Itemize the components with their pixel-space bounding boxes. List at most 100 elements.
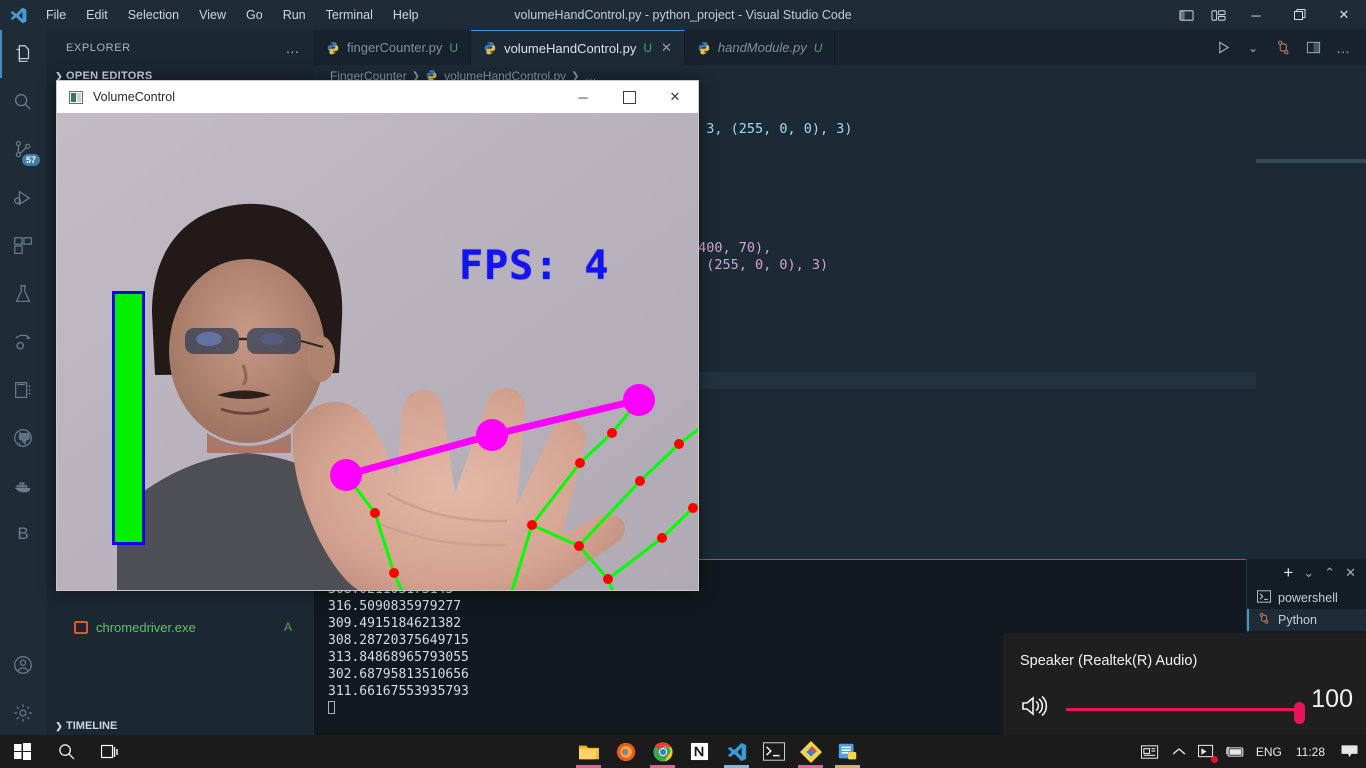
- search-icon[interactable]: [44, 735, 88, 768]
- start-icon[interactable]: [0, 735, 44, 768]
- chevron-down-icon[interactable]: ⌄: [1303, 565, 1314, 581]
- window-minimize-button[interactable]: ─: [1234, 0, 1278, 30]
- sidebar-item-docker[interactable]: [0, 462, 46, 510]
- system-tray: ENG 11:28: [1137, 735, 1366, 768]
- menu-edit[interactable]: Edit: [76, 4, 118, 26]
- chevron-down-icon[interactable]: ⌄: [1240, 30, 1266, 65]
- terminal-tab-label: powershell: [1278, 591, 1338, 605]
- speaker-icon[interactable]: [1020, 693, 1048, 724]
- extensions-icon: [14, 237, 32, 254]
- app-icon: [69, 90, 83, 104]
- paint-net-icon[interactable]: [792, 735, 829, 768]
- terminal-line: 309.4915184621382: [328, 616, 462, 631]
- debug-icon: [14, 190, 31, 206]
- minimap-slider[interactable]: [1256, 159, 1366, 163]
- file-explorer-icon[interactable]: [570, 735, 607, 768]
- vscode-icon[interactable]: [718, 735, 755, 768]
- window-close-button[interactable]: ✕: [1322, 0, 1366, 30]
- volume-control-window-buttons: ─ ✕: [560, 81, 698, 113]
- sidebar-item-bookmarks[interactable]: B: [0, 510, 46, 558]
- run-python-file-icon[interactable]: [1210, 30, 1236, 65]
- volume-control-close-button[interactable]: ✕: [652, 81, 698, 113]
- activity-bar-bottom: [0, 641, 46, 737]
- menu-file[interactable]: File: [36, 4, 76, 26]
- network-icon[interactable]: [1193, 735, 1221, 768]
- section-timeline[interactable]: ❯ TIMELINE: [46, 715, 314, 737]
- tab-status-badge: U: [449, 40, 459, 55]
- menu-terminal[interactable]: Terminal: [316, 4, 383, 26]
- menu-run[interactable]: Run: [273, 4, 316, 26]
- docker-icon: [14, 482, 31, 493]
- github-icon: [14, 429, 32, 447]
- editor-tab-bar: fingerCounter.py U volumeHandControl.py …: [314, 30, 1366, 65]
- python-file-icon: [483, 41, 497, 55]
- volume-slider[interactable]: [1066, 702, 1305, 724]
- sticky-notes-icon[interactable]: [829, 735, 866, 768]
- sidebar-item-source-control[interactable]: 57: [0, 126, 46, 174]
- tab-handModule[interactable]: handModule.py U: [684, 30, 836, 65]
- volume-control-title-bar[interactable]: VolumeControl ─ ✕: [57, 81, 698, 113]
- notification-icon[interactable]: [1332, 735, 1366, 768]
- split-editor-down-icon[interactable]: [1270, 30, 1296, 65]
- sidebar-item-github[interactable]: [0, 414, 46, 462]
- news-icon[interactable]: [1137, 735, 1165, 768]
- vscode-logo-icon: [0, 0, 36, 30]
- tab-volumeHandControl[interactable]: volumeHandControl.py U ✕: [471, 30, 685, 65]
- editor-scrollbar[interactable]: [1352, 87, 1366, 559]
- volume-control-maximize-button[interactable]: [606, 81, 652, 113]
- panel-layout-icon[interactable]: [1170, 0, 1202, 30]
- sidebar-item-explorer[interactable]: [0, 30, 46, 78]
- webcam-overlay: [57, 113, 698, 590]
- account-icon: [14, 656, 32, 674]
- terminal-tab-powershell[interactable]: powershell: [1247, 587, 1366, 609]
- terminal-line: 311.66167553935793: [328, 684, 469, 699]
- terminal-tab-python[interactable]: Python: [1247, 609, 1366, 631]
- notion-icon[interactable]: [681, 735, 718, 768]
- sidebar-item-live-share[interactable]: [0, 318, 46, 366]
- tab-status-badge: U: [643, 41, 652, 55]
- firefox-icon[interactable]: [607, 735, 644, 768]
- code-line: , (255, 0, 0), 3): [690, 257, 828, 274]
- volume-control-minimize-button[interactable]: ─: [560, 81, 606, 113]
- sidebar-item-search[interactable]: [0, 78, 46, 126]
- clock[interactable]: 11:28: [1289, 745, 1332, 759]
- chrome-icon[interactable]: [644, 735, 681, 768]
- menu-view[interactable]: View: [189, 4, 236, 26]
- task-view-icon[interactable]: [88, 735, 132, 768]
- files-icon: [16, 45, 30, 62]
- more-actions-icon[interactable]: …: [1330, 30, 1356, 65]
- close-panel-icon[interactable]: ✕: [1345, 565, 1356, 581]
- sidebar-item-notebook[interactable]: [0, 366, 46, 414]
- volume-osd: Speaker (Realtek(R) Audio) 100: [1003, 633, 1366, 735]
- code-line: (400, 70),: [690, 240, 828, 257]
- list-item[interactable]: chromedriver.exe A: [46, 616, 314, 638]
- language-indicator[interactable]: ENG: [1249, 745, 1289, 759]
- settings-button[interactable]: [0, 689, 46, 737]
- command-prompt-icon[interactable]: [755, 735, 792, 768]
- volume-slider-thumb[interactable]: [1294, 702, 1305, 724]
- menu-go[interactable]: Go: [236, 4, 273, 26]
- sidebar-item-testing[interactable]: [0, 270, 46, 318]
- window-restore-button[interactable]: [1278, 0, 1322, 30]
- tab-fingerCounter[interactable]: fingerCounter.py U: [314, 30, 472, 65]
- volume-control-window[interactable]: VolumeControl ─ ✕ FPS: 4: [56, 80, 699, 591]
- menu-selection[interactable]: Selection: [118, 4, 189, 26]
- terminal-cursor: [328, 701, 335, 714]
- close-icon[interactable]: ✕: [661, 40, 672, 56]
- sidebar-item-extensions[interactable]: [0, 222, 46, 270]
- accounts-button[interactable]: [0, 641, 46, 689]
- explorer-more-icon[interactable]: …: [285, 40, 300, 56]
- beaker-icon: [15, 285, 31, 302]
- code-text: (400, 70),: [690, 240, 772, 256]
- customize-layout-icon[interactable]: [1202, 0, 1234, 30]
- battery-icon[interactable]: [1221, 735, 1249, 768]
- menu-help[interactable]: Help: [383, 4, 429, 26]
- volume-bar-indicator: [112, 291, 145, 545]
- sidebar-item-run-debug[interactable]: [0, 174, 46, 222]
- vscode-title-bar: File Edit Selection View Go Run Terminal…: [0, 0, 1366, 30]
- desktop: File Edit Selection View Go Run Terminal…: [0, 0, 1366, 768]
- new-terminal-icon[interactable]: +: [1283, 564, 1293, 581]
- split-editor-right-icon[interactable]: [1300, 30, 1326, 65]
- maximize-panel-icon[interactable]: ⌃: [1324, 565, 1335, 581]
- show-hidden-icons-icon[interactable]: [1165, 735, 1193, 768]
